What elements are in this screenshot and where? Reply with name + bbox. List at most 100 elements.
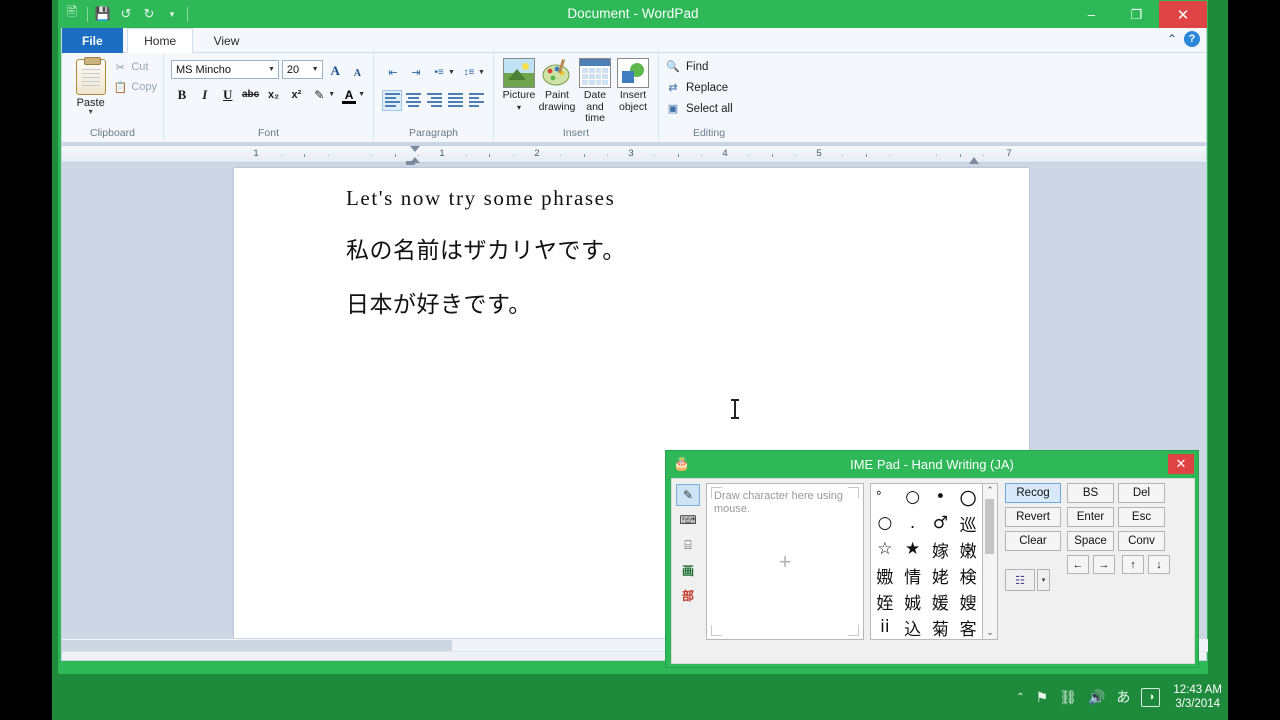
candidate-cell[interactable]: 媛 — [927, 588, 955, 614]
select-all-button[interactable]: ▣ Select all — [665, 101, 753, 116]
space-key[interactable]: Space — [1067, 531, 1114, 551]
increase-indent-button[interactable]: ⇥ — [405, 62, 427, 83]
find-button[interactable]: 🔍 Find — [665, 59, 753, 74]
text-highlight-icon[interactable]: ✎ — [308, 84, 330, 105]
left-indent-marker[interactable] — [406, 161, 415, 165]
candidate-cell[interactable]: ★ — [899, 536, 927, 562]
candidate-cell[interactable]: ○ — [899, 484, 927, 510]
help-icon[interactable]: ? — [1184, 31, 1200, 47]
candidate-cell[interactable]: 嫂 — [954, 588, 982, 614]
align-center-button[interactable] — [403, 90, 423, 111]
tab-view[interactable]: View — [198, 28, 256, 53]
line-spacing-dropdown-arrow[interactable]: ▼ — [478, 69, 485, 76]
clear-button[interactable]: Clear — [1005, 531, 1061, 551]
conv-key[interactable]: Conv — [1118, 531, 1165, 551]
copy-button[interactable]: 📋 Copy — [113, 80, 157, 94]
tab-file[interactable]: File — [62, 28, 123, 53]
drawing-canvas[interactable]: Draw character here using mouse. + — [706, 483, 864, 640]
chevron-up-icon[interactable]: ⌃ — [1167, 32, 1177, 46]
stroke-count-icon[interactable]: 画 — [676, 559, 700, 581]
recog-button[interactable]: Recog — [1005, 483, 1061, 503]
candidate-cell[interactable]: 嫩 — [954, 536, 982, 562]
arrow-right-key[interactable]: → — [1093, 555, 1115, 574]
font-size-combo[interactable]: 20 ▼ — [281, 60, 323, 79]
bold-button[interactable]: B — [171, 84, 193, 105]
ime-mode-icon[interactable]: あ — [1116, 687, 1130, 707]
candidate-cell[interactable]: 嫐 — [871, 562, 899, 588]
align-right-button[interactable] — [425, 90, 445, 111]
del-key[interactable]: Del — [1118, 483, 1165, 503]
underline-button[interactable]: U — [217, 84, 239, 105]
soft-keyboard-icon[interactable]: ⌨ — [676, 509, 700, 531]
paragraph-settings-button[interactable] — [467, 90, 487, 111]
candidate-cell[interactable]: 嫁 — [927, 536, 955, 562]
candidate-cell[interactable]: 客 — [954, 614, 982, 640]
subscript-button[interactable]: x₂ — [263, 84, 285, 105]
candidate-cell[interactable]: ♂ — [927, 510, 955, 536]
esc-key[interactable]: Esc — [1118, 507, 1165, 527]
replace-button[interactable]: ⇄ Replace — [665, 80, 753, 95]
document-text[interactable]: Let's now try some phrases 私の名前はザカリヤです。 … — [234, 168, 1029, 319]
close-button[interactable]: ✕ — [1159, 1, 1207, 28]
candidate-cell[interactable]: 巡 — [954, 510, 982, 536]
arrow-down-key[interactable]: ↓ — [1148, 555, 1170, 574]
candidate-cell[interactable]: ○ — [871, 510, 899, 536]
italic-button[interactable]: I — [194, 84, 216, 105]
bullets-button[interactable]: •≡ — [428, 62, 450, 83]
picture-dropdown-arrow[interactable]: ▾ — [500, 102, 538, 114]
candidate-cell[interactable]: • — [927, 484, 955, 510]
shrink-font-button[interactable]: A — [348, 60, 367, 79]
candidate-cell[interactable]: 情 — [899, 562, 927, 588]
bs-key[interactable]: BS — [1067, 483, 1114, 503]
action-center-flag-icon[interactable]: ⚑ — [1036, 689, 1049, 706]
character-list-icon[interactable]: ⌸ — [676, 534, 700, 556]
hand-writing-icon[interactable]: ✎ — [676, 484, 700, 506]
network-icon[interactable]: ⛓ — [1059, 689, 1077, 706]
candidate-scrollbar-thumb[interactable] — [985, 499, 994, 554]
candidate-cell[interactable]: 姥 — [927, 562, 955, 588]
line-spacing-button[interactable]: ↕≡ — [458, 62, 480, 83]
candidate-cell[interactable]: 〇 — [954, 484, 982, 510]
tab-home[interactable]: Home — [127, 28, 194, 53]
show-hidden-icons-button[interactable]: ⌃ — [1016, 692, 1024, 703]
first-line-indent-marker[interactable] — [410, 146, 420, 152]
radical-icon[interactable]: 部 — [676, 584, 700, 606]
candidate-scrollbar[interactable]: ⌃ ⌄ — [983, 483, 998, 640]
arrow-up-key[interactable]: ↑ — [1122, 555, 1144, 574]
chevron-down-icon[interactable]: ▼ — [268, 66, 275, 73]
align-left-button[interactable] — [382, 90, 403, 111]
text-color-button[interactable]: A — [338, 84, 360, 105]
horizontal-scrollbar-thumb[interactable] — [62, 640, 452, 651]
candidate-cell[interactable]: . — [899, 510, 927, 536]
decrease-indent-button[interactable]: ⇤ — [382, 62, 404, 83]
superscript-button[interactable]: x² — [285, 84, 307, 105]
strikethrough-button[interactable]: abc — [240, 84, 262, 105]
candidate-cell[interactable]: ☆ — [871, 536, 899, 562]
font-name-combo[interactable]: MS Mincho ▼ — [171, 60, 279, 79]
candidate-cell[interactable]: 菊 — [927, 614, 955, 640]
candidate-cell[interactable]: ii — [871, 614, 899, 640]
scroll-up-icon[interactable]: ⌃ — [983, 485, 997, 496]
ime-options-dropdown-arrow[interactable]: ▾ — [1037, 569, 1050, 591]
candidate-cell[interactable]: 娍 — [899, 588, 927, 614]
highlight-dropdown-arrow[interactable]: ▼ — [328, 91, 335, 98]
enter-key[interactable]: Enter — [1067, 507, 1114, 527]
ime-pad-tray-icon[interactable]: ◑ — [1141, 687, 1161, 707]
justify-button[interactable] — [446, 90, 466, 111]
right-indent-marker[interactable] — [969, 157, 979, 164]
bullets-dropdown-arrow[interactable]: ▼ — [448, 69, 455, 76]
chevron-down-icon-2[interactable]: ▼ — [312, 66, 319, 73]
scroll-down-icon[interactable]: ⌄ — [983, 627, 997, 638]
candidate-cell[interactable]: ゜ — [871, 484, 899, 510]
ime-pad-close-button[interactable]: ✕ — [1168, 454, 1194, 474]
minimize-button[interactable]: – — [1069, 1, 1114, 28]
wordpad-title-bar[interactable]: 🖹 💾 ↺ ↻ ▾ Document - WordPad – ❐ ✕ — [59, 1, 1207, 28]
candidate-cell[interactable]: 込 — [899, 614, 927, 640]
arrow-left-key[interactable]: ← — [1067, 555, 1089, 574]
ime-pad-title-bar[interactable]: 🎂 IME Pad - Hand Writing (JA) ✕ — [666, 451, 1198, 478]
candidate-cell[interactable]: 姪 — [871, 588, 899, 614]
ime-options-icon[interactable]: ☷ — [1005, 569, 1035, 591]
cut-button[interactable]: ✂ Cut — [113, 60, 157, 74]
clock[interactable]: 12:43 AM 3/3/2014 — [1173, 683, 1222, 711]
volume-icon[interactable]: 🔊 — [1088, 689, 1105, 706]
